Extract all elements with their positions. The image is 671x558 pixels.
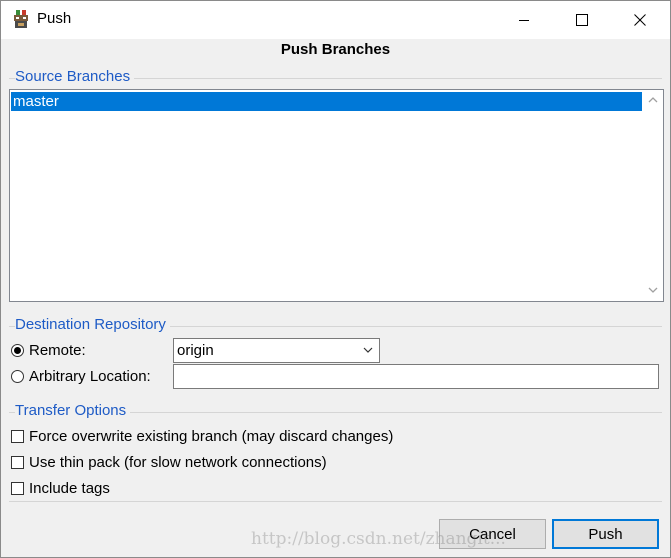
thin-pack-checkbox[interactable]: [11, 456, 24, 469]
close-button[interactable]: [611, 1, 669, 39]
scroll-up-icon[interactable]: [648, 96, 658, 104]
thin-pack-label[interactable]: Use thin pack (for slow network connecti…: [29, 454, 327, 471]
include-tags-label[interactable]: Include tags: [29, 480, 110, 497]
dialog-heading: Push Branches: [280, 41, 391, 58]
list-item-master[interactable]: master: [11, 92, 642, 111]
minimize-button[interactable]: [495, 1, 553, 39]
minimize-icon: [519, 20, 529, 21]
arbitrary-location-label: Arbitrary Location:: [29, 368, 151, 385]
list-scrollbar[interactable]: [643, 90, 663, 301]
source-branches-list[interactable]: master: [9, 89, 664, 302]
source-branches-label: Source Branches: [15, 68, 135, 85]
arbitrary-location-radio[interactable]: [11, 370, 24, 383]
destination-repository-label: Destination Repository: [15, 316, 170, 333]
buttons-divider: [9, 501, 662, 502]
remote-label: Remote:: [29, 342, 86, 359]
remote-select-value: origin: [177, 342, 214, 359]
force-overwrite-checkbox[interactable]: [11, 430, 24, 443]
maximize-button[interactable]: [553, 1, 611, 39]
chevron-down-icon: [363, 347, 373, 353]
arbitrary-location-input[interactable]: [173, 364, 659, 389]
include-tags-checkbox[interactable]: [11, 482, 24, 495]
remote-radio[interactable]: [11, 344, 24, 357]
push-button[interactable]: Push: [552, 519, 659, 549]
git-app-icon: [12, 10, 30, 30]
cancel-button[interactable]: Cancel: [439, 519, 546, 549]
window-title: Push: [37, 10, 72, 27]
transfer-options-label: Transfer Options: [15, 402, 131, 419]
push-dialog-window: Push Push Branches Source Branches maste…: [0, 0, 671, 558]
close-icon: [634, 14, 646, 26]
scroll-down-icon[interactable]: [648, 286, 658, 294]
remote-select[interactable]: origin: [173, 338, 380, 363]
force-overwrite-label[interactable]: Force overwrite existing branch (may dis…: [29, 428, 393, 445]
title-bar[interactable]: Push: [1, 1, 670, 39]
maximize-icon: [576, 14, 588, 26]
